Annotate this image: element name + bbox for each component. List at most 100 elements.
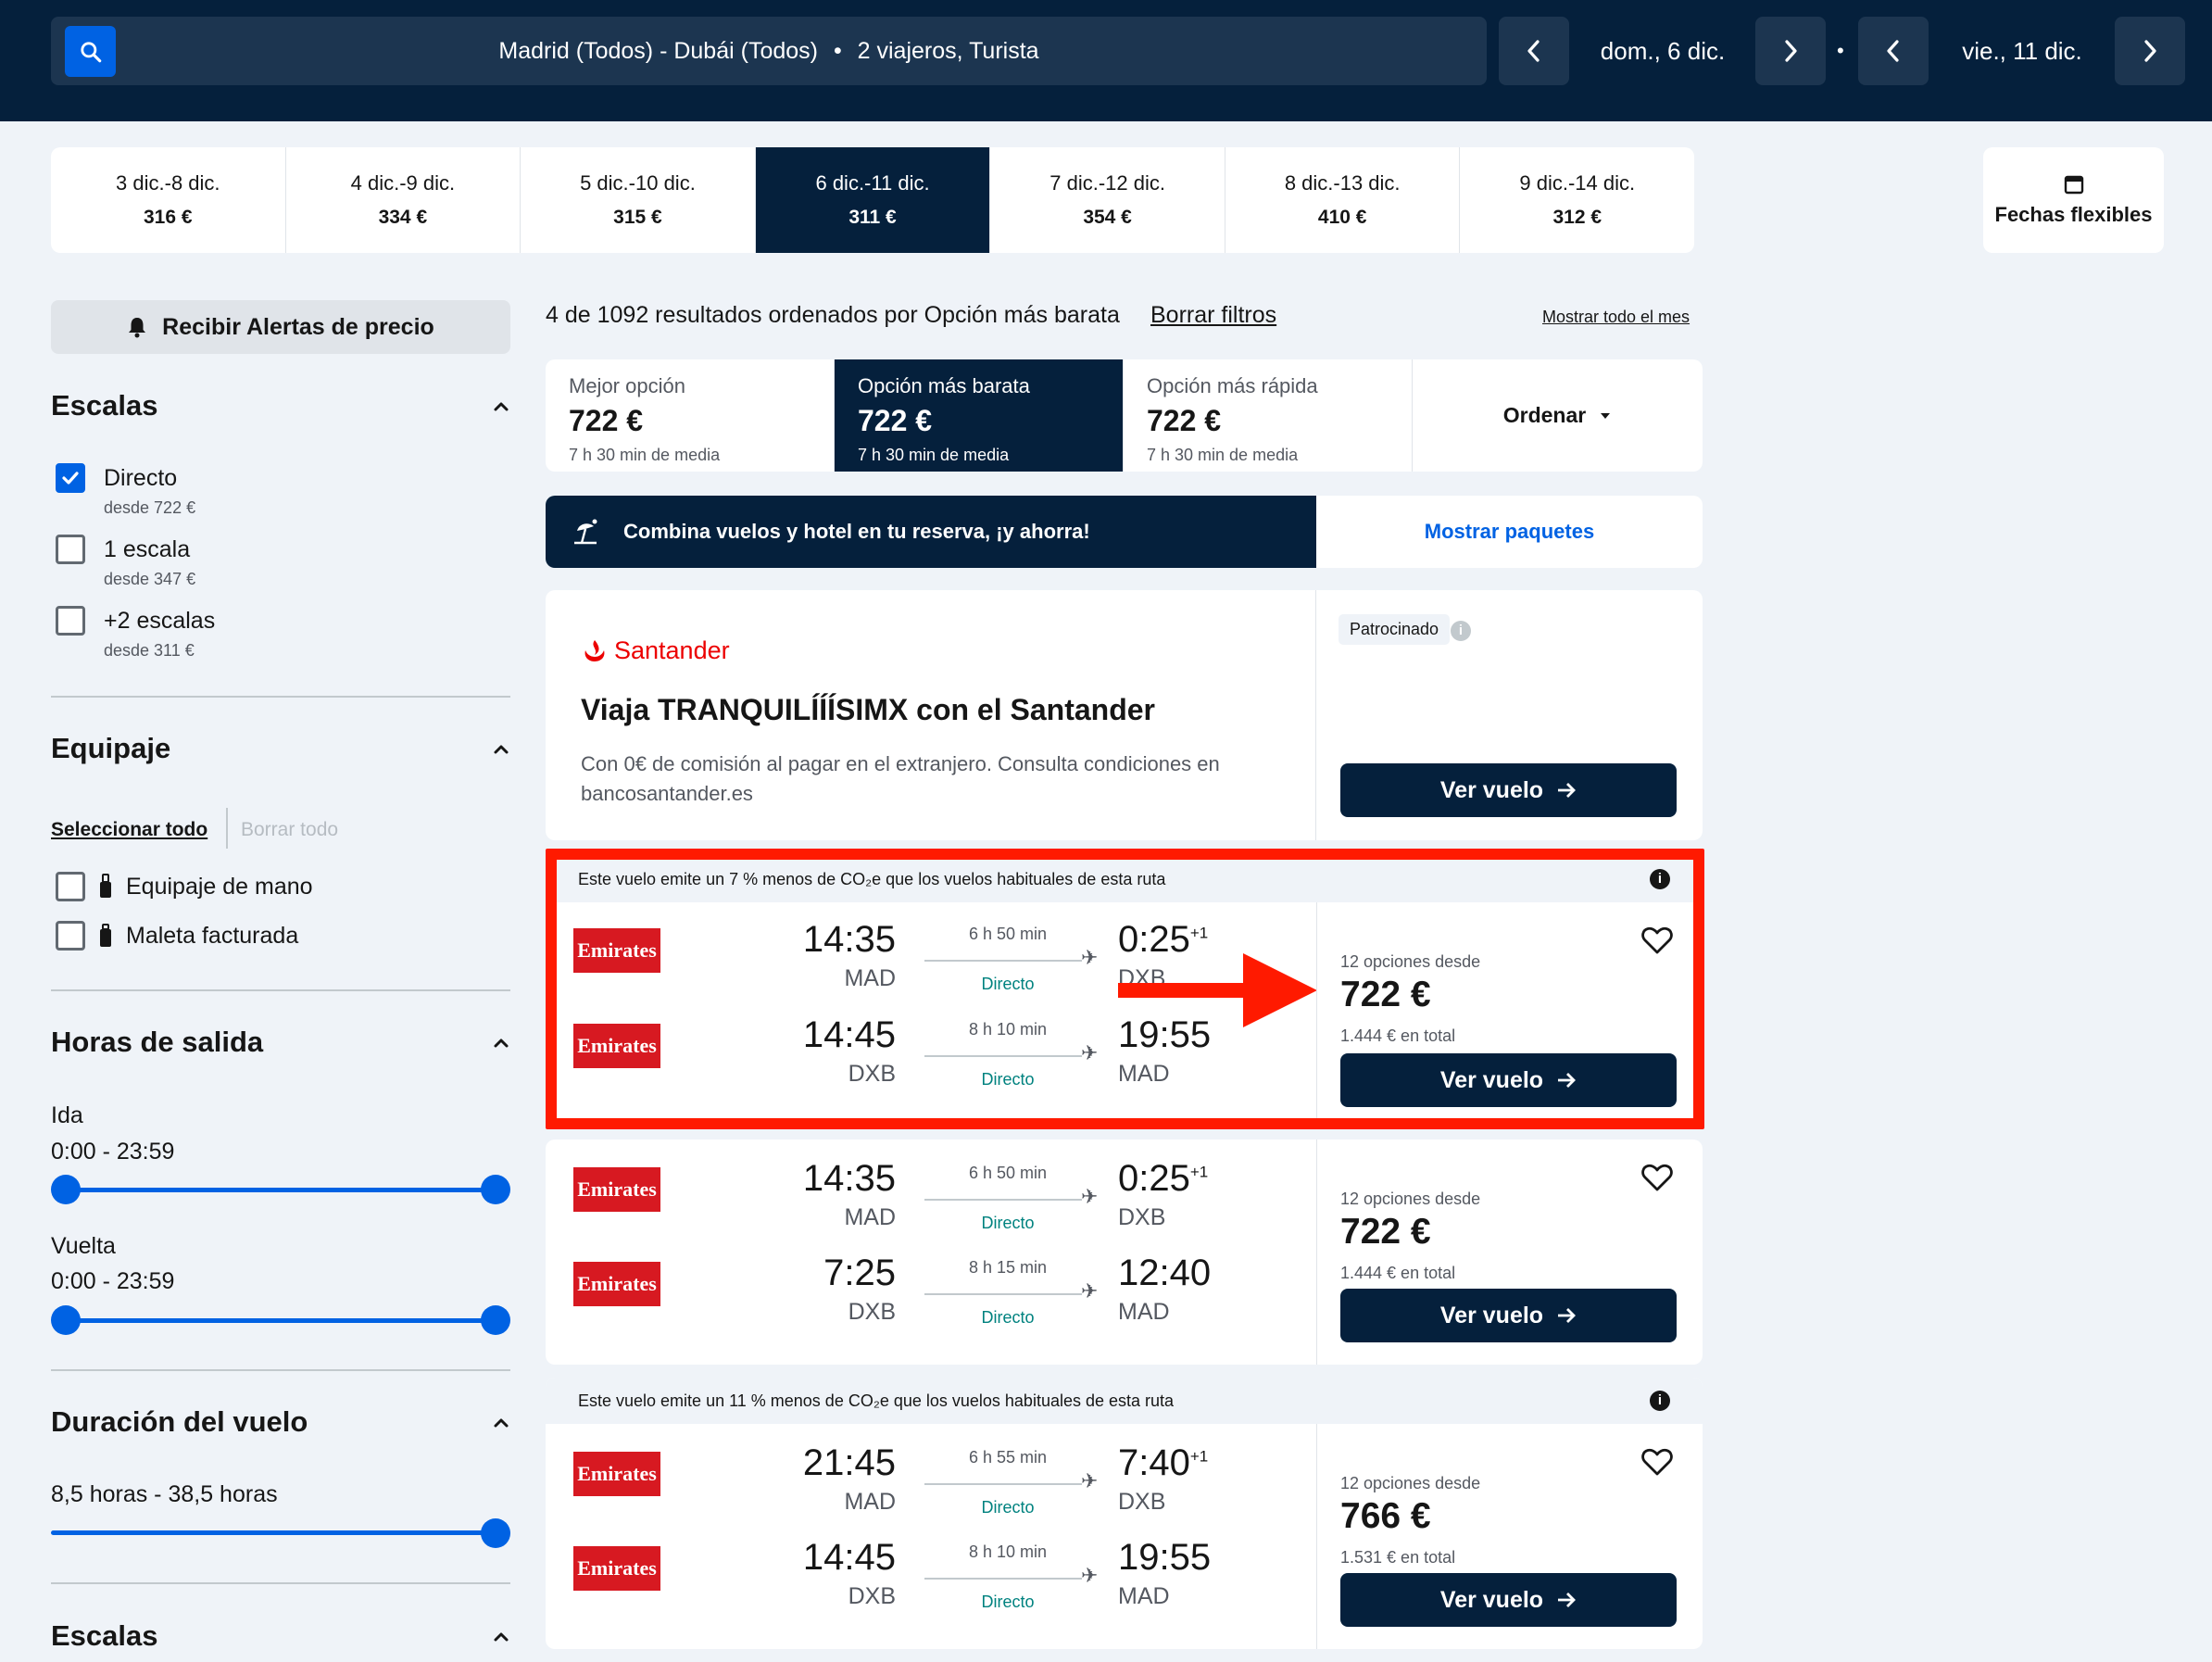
date-option[interactable]: 7 dic.-12 dic. 354 € <box>990 147 1225 253</box>
checkbox[interactable] <box>56 535 85 564</box>
arrow-right-icon <box>1558 1073 1577 1088</box>
date-option[interactable]: 4 dic.-9 dic. 334 € <box>286 147 522 253</box>
tab-cheapest[interactable]: Opción más barata 722 € 7 h 30 min de me… <box>835 359 1124 472</box>
slider-handle[interactable] <box>481 1305 510 1335</box>
arrow-right-icon <box>1558 1308 1577 1323</box>
fare-panel: 12 opciones desde 722 € 1.444 € en total… <box>1316 1139 1703 1365</box>
date-option[interactable]: 9 dic.-14 dic. 312 € <box>1460 147 1694 253</box>
info-icon[interactable]: i <box>1650 1391 1670 1411</box>
ad-action: Patrocinado i Ver vuelo <box>1316 590 1703 840</box>
clear-all-link[interactable]: Borrar todo <box>241 819 338 841</box>
chevron-up-icon <box>494 1039 509 1048</box>
return-next-button[interactable] <box>2115 17 2185 85</box>
depart-date[interactable]: dom., 6 dic. <box>1575 17 1751 85</box>
travellers-text: 2 viajeros, Turista <box>857 38 1039 64</box>
date-option-selected[interactable]: 6 dic.-11 dic. 311 € <box>755 147 991 253</box>
flight-result-card[interactable]: Este vuelo emite un 7 % menos de CO₂e qu… <box>546 856 1703 1127</box>
bell-icon <box>129 318 146 338</box>
show-month-link[interactable]: Mostrar todo el mes <box>1542 308 1690 327</box>
duration-slider-track[interactable] <box>51 1530 496 1535</box>
outbound-slider-track[interactable] <box>65 1188 495 1192</box>
stops-option-one[interactable]: 1 escala desde 347 € <box>56 535 195 589</box>
outbound-leg: Emirates 14:35 MAD 6 h 50 min ✈ Directo … <box>546 1141 1316 1234</box>
show-packages-link[interactable]: Mostrar paquetes <box>1316 496 1703 568</box>
emirates-logo: Emirates <box>573 1452 660 1496</box>
return-leg: Emirates 7:25 DXB 8 h 15 min ✈ Directo 1… <box>546 1236 1316 1328</box>
return-date[interactable]: vie., 11 dic. <box>1934 17 2110 85</box>
sort-tabs: Mejor opción 722 € 7 h 30 min de media O… <box>546 359 1703 472</box>
date-option[interactable]: 5 dic.-10 dic. 315 € <box>521 147 756 253</box>
flight-hotel-banner: Combina vuelos y hotel en tu reserva, ¡y… <box>546 496 1703 568</box>
view-flight-button[interactable]: Ver vuelo <box>1340 1053 1677 1107</box>
clear-filters-link[interactable]: Borrar filtros <box>1150 302 1276 329</box>
date-option[interactable]: 3 dic.-8 dic. 316 € <box>51 147 286 253</box>
emirates-logo: Emirates <box>573 1546 660 1591</box>
info-icon[interactable]: i <box>1451 621 1471 641</box>
flexible-dates-button[interactable]: Fechas flexibles <box>1983 147 2164 253</box>
outbound-label: Ida <box>51 1102 83 1128</box>
search-summary[interactable]: Madrid (Todos) - Dubái (Todos) • 2 viaje… <box>51 17 1487 85</box>
slider-handle[interactable] <box>481 1175 510 1204</box>
chevron-up-icon <box>494 1632 509 1642</box>
return-label: Vuelta <box>51 1233 116 1259</box>
return-prev-button[interactable] <box>1858 17 1929 85</box>
plane-icon: ✈ <box>1081 1564 1099 1587</box>
view-flight-button[interactable]: Ver vuelo <box>1340 1289 1677 1342</box>
return-slider-track[interactable] <box>65 1318 495 1323</box>
depart-prev-button[interactable] <box>1499 17 1569 85</box>
stops-filter-header[interactable]: Escalas <box>51 389 510 422</box>
stops-option-direct[interactable]: Directo desde 722 € <box>56 463 195 518</box>
flight-result-card[interactable]: Emirates 14:35 MAD 6 h 50 min ✈ Directo … <box>546 1139 1703 1365</box>
date-price-strip: 3 dic.-8 dic. 316 € 4 dic.-9 dic. 334 € 5 … <box>51 147 1694 253</box>
tab-fastest[interactable]: Opción más rápida 722 € 7 h 30 min de me… <box>1124 359 1413 472</box>
duration-filter-header[interactable]: Duración del vuelo <box>51 1405 510 1439</box>
departure-times-header[interactable]: Horas de salida <box>51 1026 510 1059</box>
caret-down-icon <box>1601 412 1611 419</box>
banner-text: Combina vuelos y hotel en tu reserva, ¡y… <box>546 496 1316 568</box>
route-line <box>924 960 1082 962</box>
emirates-logo: Emirates <box>573 1262 660 1306</box>
sort-dropdown[interactable]: Ordenar <box>1413 359 1703 472</box>
depart-next-button[interactable] <box>1755 17 1826 85</box>
info-icon[interactable]: i <box>1650 869 1670 889</box>
view-flight-button[interactable]: Ver vuelo <box>1340 1573 1677 1627</box>
chevron-left-icon <box>1527 40 1540 62</box>
select-all-link[interactable]: Seleccionar todo <box>51 819 207 841</box>
date-separator: • <box>1837 39 1844 62</box>
sponsored-badge: Patrocinado <box>1339 614 1451 645</box>
plane-icon: ✈ <box>1081 946 1099 969</box>
return-range: 0:00 - 23:59 <box>51 1268 175 1294</box>
flight-result-card[interactable]: Este vuelo emite un 11 % menos de CO₂e q… <box>546 1378 1703 1649</box>
slider-handle[interactable] <box>51 1305 81 1335</box>
baggage-option-checked[interactable]: Maleta facturada <box>56 921 298 951</box>
heart-icon[interactable] <box>1641 1164 1673 1191</box>
date-option[interactable]: 8 dic.-13 dic. 410 € <box>1225 147 1461 253</box>
price: 722 € <box>1340 975 1431 1014</box>
price: 766 € <box>1340 1496 1431 1536</box>
chevron-left-icon <box>1887 40 1899 62</box>
heart-icon[interactable] <box>1641 1448 1673 1476</box>
fare-panel: 12 opciones desde 722 € 1.444 € en total… <box>1316 902 1703 1127</box>
stops-filter-header-2[interactable]: Escalas <box>51 1619 510 1653</box>
chevron-up-icon <box>494 1418 509 1428</box>
slider-handle[interactable] <box>481 1518 510 1548</box>
baggage-option-cabin[interactable]: Equipaje de mano <box>56 872 313 901</box>
baggage-filter-header[interactable]: Equipaje <box>51 732 510 765</box>
plane-icon: ✈ <box>1081 1469 1099 1492</box>
checkbox-checked[interactable] <box>56 463 85 493</box>
arrow-right-icon <box>1558 1593 1577 1607</box>
outbound-leg: Emirates 21:45 MAD 6 h 55 min ✈ Directo … <box>546 1426 1316 1518</box>
duration-range: 8,5 horas - 38,5 horas <box>51 1481 278 1507</box>
checkbox[interactable] <box>56 606 85 636</box>
checkbox[interactable] <box>56 921 85 951</box>
ad-body: Con 0€ de comisión al pagar en el extran… <box>581 752 1220 805</box>
price-alert-button[interactable]: Recibir Alertas de precio <box>51 300 510 354</box>
slider-handle[interactable] <box>51 1175 81 1204</box>
tab-best[interactable]: Mejor opción 722 € 7 h 30 min de media <box>546 359 835 472</box>
search-summary-text: Madrid (Todos) - Dubái (Todos) • 2 viaje… <box>498 38 1039 64</box>
view-flight-button[interactable]: Ver vuelo <box>1340 763 1677 817</box>
stops-option-two-plus[interactable]: +2 escalas desde 311 € <box>56 606 215 661</box>
heart-icon[interactable] <box>1641 926 1673 954</box>
checkbox[interactable] <box>56 872 85 901</box>
cabin-bag-icon <box>100 874 111 898</box>
